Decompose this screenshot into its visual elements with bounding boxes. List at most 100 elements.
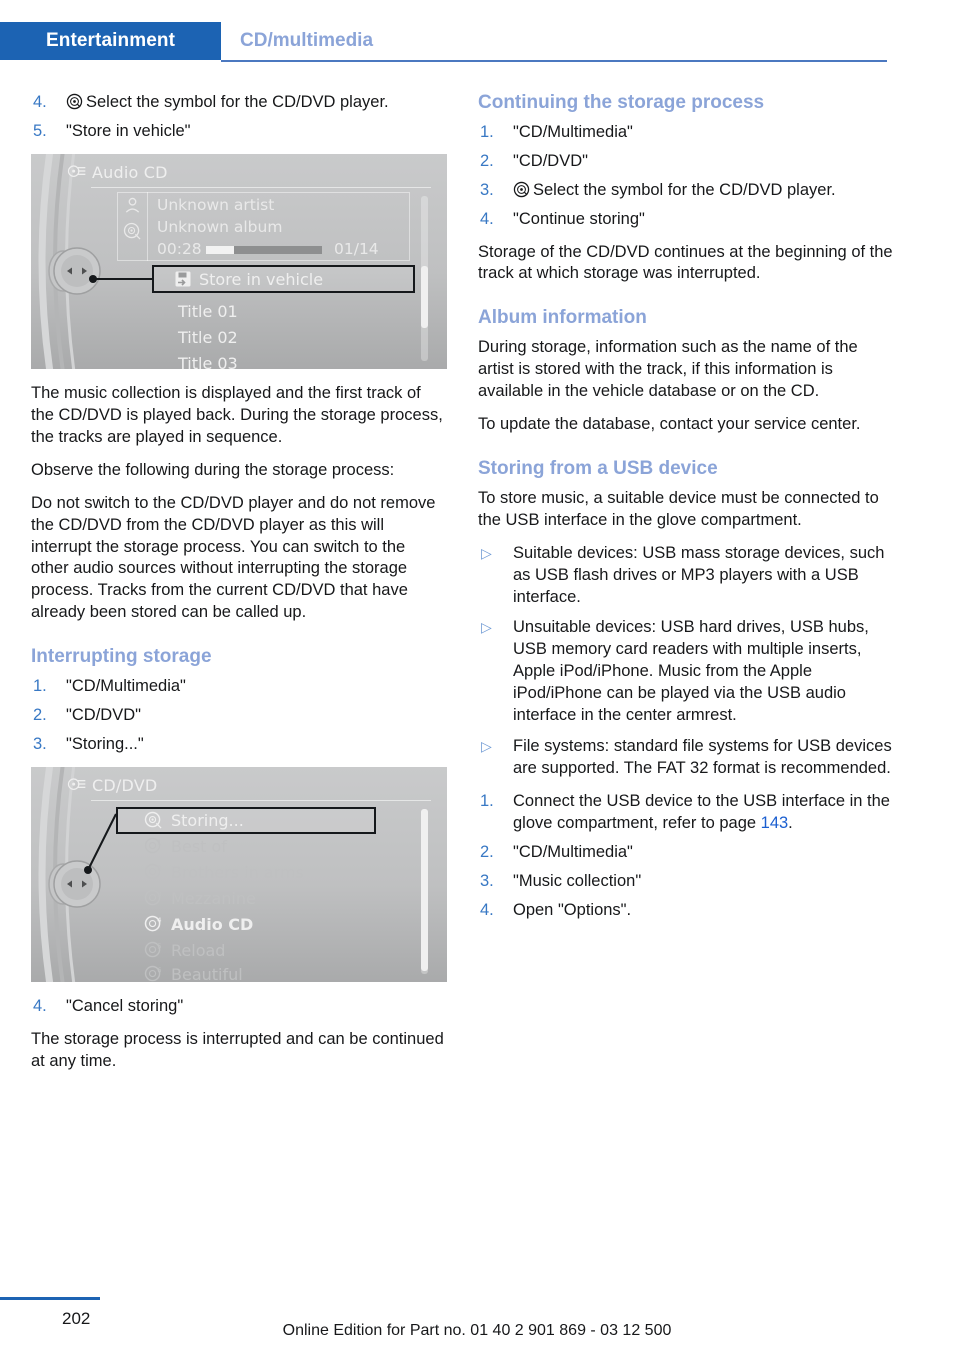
svg-text:3: 3 xyxy=(157,890,161,898)
scrollbar-thumb[interactable] xyxy=(421,808,428,971)
section-heading-interrupting-storage: Interrupting storage xyxy=(31,646,212,668)
cd-disc-5-icon: 5 xyxy=(144,941,162,958)
list-item[interactable]: Title 01 xyxy=(178,302,238,321)
step-text: "CD/DVD" xyxy=(513,151,588,170)
step-text: "Storing..." xyxy=(66,734,144,753)
step-number: 4. xyxy=(33,996,47,1015)
list-item-label[interactable]: Reload xyxy=(171,941,225,960)
svg-text:4: 4 xyxy=(157,916,161,924)
step-number: 3. xyxy=(480,180,494,199)
body-paragraph: Storage of the CD/DVD continues at the b… xyxy=(478,242,893,283)
cd-disc-icon xyxy=(123,222,141,240)
list-item: 2. "CD/DVD" xyxy=(478,151,894,173)
page-header: Entertainment CD/multimedia xyxy=(0,22,954,62)
section-heading-storing-from-usb: Storing from a USB device xyxy=(478,457,718,479)
page-reference-link[interactable]: 143 xyxy=(761,814,789,832)
body-paragraph: The music collection is displayed and th… xyxy=(31,383,443,446)
continuing-steps-list: 1. "CD/Multimedia" 2. "CD/DVD" 3. Select… xyxy=(478,122,894,231)
list-item-label[interactable]: Beautiful xyxy=(171,965,243,982)
cd-disc-6-icon: 6 xyxy=(144,965,162,982)
music-note-cd-icon xyxy=(67,778,86,790)
track-progress-fill xyxy=(206,245,234,254)
usb-steps-list: 1. Connect the USB device to the USB int… xyxy=(478,791,894,922)
list-item: ▷ File systems: standard file systems fo… xyxy=(478,736,894,780)
screen-title: CD/DVD xyxy=(92,775,158,795)
step-number: 1. xyxy=(480,792,494,811)
breadcrumb-section: CD/multimedia xyxy=(240,22,373,60)
breadcrumb-section-label: CD/multimedia xyxy=(240,30,374,51)
list-item[interactable]: Title 03 xyxy=(178,354,238,369)
step-number: 4. xyxy=(480,900,494,919)
bullet-text: Suitable devices: USB mass storage devic… xyxy=(513,543,885,606)
list-item: 3. "Storing..." xyxy=(31,734,447,756)
bullet-text: File systems: standard file systems for … xyxy=(513,737,892,778)
step-number: 3. xyxy=(480,871,494,890)
step-text: "Music collection" xyxy=(513,871,642,890)
body-paragraph: During storage, information such as the … xyxy=(478,338,858,401)
left-column: 4. Select the symbol for the CD/DVD play… xyxy=(31,92,447,1073)
idrive-screenshot-audio-cd: Audio CD Unknown artist Unknown album 00… xyxy=(31,153,447,369)
step-number: 5. xyxy=(33,121,47,140)
list-item: 5. "Store in vehicle" xyxy=(31,121,447,143)
header-divider xyxy=(221,60,887,62)
cd-disc-3-icon: 3 xyxy=(144,889,162,906)
body-paragraph: Do not switch to the CD/DVD player and d… xyxy=(31,493,436,622)
list-item: 1. "CD/Multimedia" xyxy=(478,122,894,144)
step-text: "Continue storing" xyxy=(513,209,645,228)
list-item-label[interactable]: Mezzanine xyxy=(171,889,256,908)
interrupting-steps-list: 1. "CD/Multimedia" 2. "CD/DVD" 3. "Stori… xyxy=(31,676,447,756)
list-item: 2. "CD/DVD" xyxy=(31,705,447,727)
list-item: 2. "CD/Multimedia" xyxy=(478,842,894,864)
list-item: ▷ Unsuitable devices: USB hard drives, U… xyxy=(478,617,894,727)
body-paragraph: Observe the following during the storage… xyxy=(31,460,395,479)
person-icon xyxy=(125,197,140,213)
step-number: 2. xyxy=(33,705,47,724)
screen-title-divider xyxy=(91,186,431,188)
step-text-before: Connect the USB device to the USB interf… xyxy=(513,792,890,832)
step-text: "CD/DVD" xyxy=(66,705,141,724)
svg-text:2: 2 xyxy=(157,864,161,872)
track-counter: 01/14 xyxy=(334,239,379,258)
scrollbar-thumb[interactable] xyxy=(421,265,428,328)
step-number: 1. xyxy=(33,677,47,696)
list-item: 4. "Continue storing" xyxy=(478,209,894,231)
cd-disc-2-icon: 2 xyxy=(144,863,162,880)
step-text: Select the symbol for the CD/DVD player. xyxy=(86,93,389,111)
step-number: 2. xyxy=(480,151,494,170)
step-text: "CD/Multimedia" xyxy=(513,122,633,141)
step-number: 2. xyxy=(480,842,494,861)
list-item: 3. Select the symbol for the CD/DVD play… xyxy=(478,180,894,202)
list-item: ▷ Suitable devices: USB mass storage dev… xyxy=(478,543,894,609)
list-item-label[interactable]: Best of xyxy=(171,837,227,856)
body-paragraph: To update the database, contact your ser… xyxy=(478,415,861,434)
step-text: "CD/Multimedia" xyxy=(513,842,633,861)
breadcrumb-chapter-tab: Entertainment xyxy=(0,22,221,60)
list-item[interactable]: Title 02 xyxy=(178,328,238,347)
step-text: "Cancel storing" xyxy=(66,996,184,1015)
list-item: 4. "Cancel storing" xyxy=(31,996,447,1018)
svg-text:6: 6 xyxy=(157,966,161,974)
section-heading-continuing-storage: Continuing the storage process xyxy=(478,92,765,113)
body-paragraph: To store music, a suitable device must b… xyxy=(478,488,879,529)
step-number: 1. xyxy=(480,122,494,141)
body-paragraph: The storage process is interrupted and c… xyxy=(31,1029,444,1070)
top-steps-list: 4. Select the symbol for the CD/DVD play… xyxy=(31,92,447,143)
list-item-label[interactable]: Audio CD xyxy=(171,915,253,934)
step-number: 4. xyxy=(480,209,494,228)
step-text-after: . xyxy=(788,813,793,832)
idrive-controller-knob-icon xyxy=(48,860,101,908)
track-elapsed-time: 00:28 xyxy=(157,239,202,258)
svg-text:1: 1 xyxy=(157,838,161,846)
cd-disc-icon xyxy=(66,93,83,110)
list-item: 1. "CD/Multimedia" xyxy=(31,676,447,698)
cancel-step-list: 4. "Cancel storing" xyxy=(31,996,447,1018)
list-item: 4. Select the symbol for the CD/DVD play… xyxy=(31,92,447,114)
save-to-vehicle-icon xyxy=(175,271,191,287)
step-text: Select the symbol for the CD/DVD player. xyxy=(533,180,836,199)
triangle-bullet-icon: ▷ xyxy=(481,738,492,755)
svg-text:5: 5 xyxy=(157,942,161,950)
list-item-label[interactable]: Brothers in arms xyxy=(171,863,304,882)
section-heading-album-information: Album information xyxy=(478,307,647,329)
right-column: Continuing the storage process 1. "CD/Mu… xyxy=(478,92,894,933)
step-text: Open "Options". xyxy=(513,900,632,919)
